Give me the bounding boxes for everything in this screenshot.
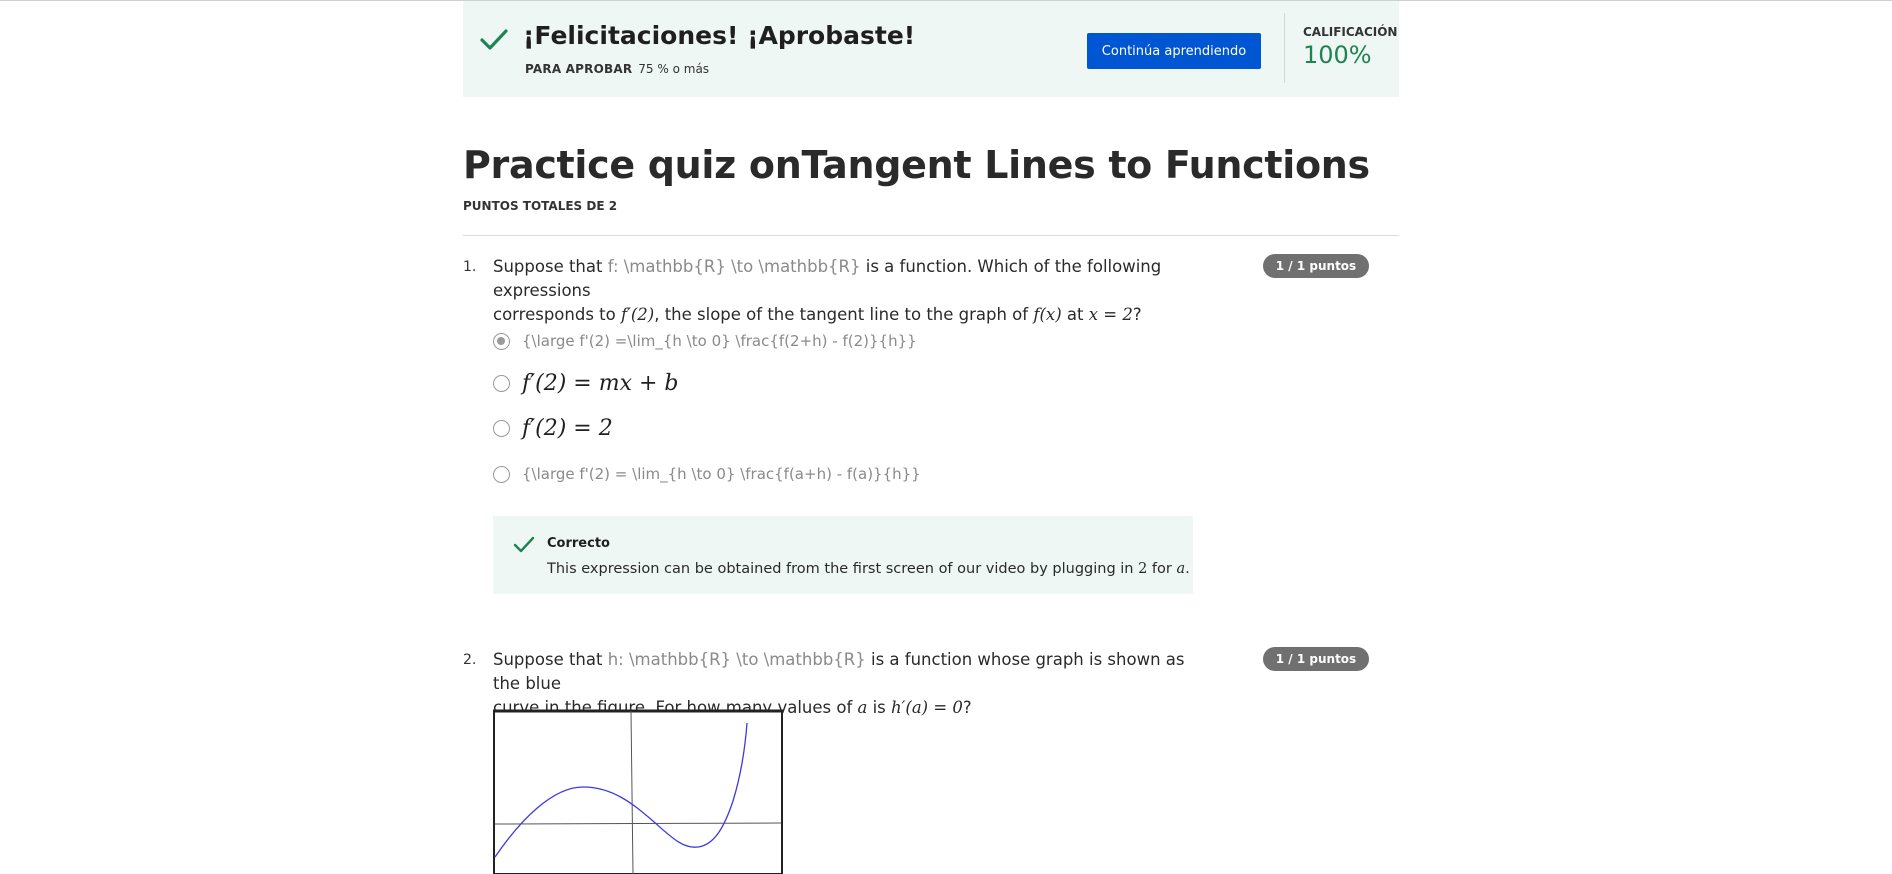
question-line: Suppose that h: \mathbb{R} \to \mathbb{R… [493, 648, 1193, 696]
pass-value: 75 % o más [638, 62, 710, 76]
feedback-text-part: . [1185, 561, 1190, 577]
grade-divider [1284, 13, 1285, 83]
feedback-body: This expression can be obtained from the… [547, 561, 1190, 577]
score-badge: 1 / 1 puntos [1263, 647, 1369, 671]
divider [463, 235, 1399, 236]
feedback-text-part: This expression can be obtained from the… [547, 561, 1139, 577]
function-graph [493, 709, 783, 874]
radio-button[interactable] [493, 374, 510, 392]
math-expression: x = 2 [1088, 305, 1133, 324]
checkmark-icon [480, 29, 508, 50]
option-label: {\large f'(2) =\lim_{h \to 0} \frac{f(2+… [522, 332, 917, 350]
raw-latex: f: \mathbb{R} \to \mathbb{R} [607, 257, 861, 276]
option-label: f′(2) = mx + b [522, 370, 679, 396]
answer-option[interactable]: {\large f'(2) = \lim_{h \to 0} \frac{f(a… [493, 459, 921, 489]
question-text-part: ? [1132, 305, 1142, 324]
pass-title: ¡Felicitaciones! ¡Aprobaste! [523, 21, 916, 50]
math-expression: a [857, 698, 868, 717]
math-expression: a [1176, 561, 1186, 577]
pass-banner: ¡Felicitaciones! ¡Aprobaste! PARA APROBA… [463, 1, 1399, 97]
radio-button[interactable] [493, 465, 510, 483]
feedback-correct: Correcto This expression can be obtained… [493, 516, 1193, 594]
question-text-part: Suppose that [493, 650, 608, 669]
question-line: corresponds to f′(2), the slope of the t… [493, 303, 1193, 327]
question-text-part: , the slope of the tangent line to the g… [654, 305, 1034, 324]
continue-learning-button[interactable]: Continúa aprendiendo [1087, 33, 1261, 69]
radio-button[interactable] [493, 332, 510, 350]
grade-label: CALIFICACIÓN [1303, 25, 1398, 39]
math-expression: f′(2) [620, 305, 655, 324]
quiz-results-container: ¡Felicitaciones! ¡Aprobaste! PARA APROBA… [463, 1, 1399, 874]
score-badge: 1 / 1 puntos [1263, 254, 1369, 278]
pass-requirement: PARA APROBAR 75 % o más [525, 62, 709, 76]
answer-option[interactable]: f′(2) = 2 [493, 413, 613, 443]
feedback-heading: Correcto [547, 536, 610, 551]
math-expression: 2 [1138, 561, 1148, 577]
answer-option[interactable]: f′(2) = mx + b [493, 368, 679, 398]
question-text-part: ? [962, 698, 972, 717]
answer-option[interactable]: {\large f'(2) =\lim_{h \to 0} \frac{f(2+… [493, 326, 917, 356]
total-points: PUNTOS TOTALES DE 2 [463, 199, 618, 213]
question-text: Suppose that f: \mathbb{R} \to \mathbb{R… [493, 255, 1193, 327]
math-expression: f(x) [1033, 305, 1062, 324]
option-label: {\large f'(2) = \lim_{h \to 0} \frac{f(a… [522, 465, 921, 483]
grade-value: 100% [1303, 41, 1372, 69]
question-text-part: corresponds to [493, 305, 621, 324]
question-text-part: at [1061, 305, 1089, 324]
math-expression: h′(a) = 0 [891, 698, 963, 717]
checkmark-icon [513, 536, 535, 553]
question-text-part: is [867, 698, 892, 717]
radio-button[interactable] [493, 419, 510, 437]
feedback-text-part: for [1147, 561, 1177, 577]
raw-latex: h: \mathbb{R} \to \mathbb{R} [607, 650, 866, 669]
option-label: f′(2) = 2 [522, 415, 613, 441]
question-line: Suppose that f: \mathbb{R} \to \mathbb{R… [493, 255, 1193, 303]
page-title: Practice quiz onTangent Lines to Functio… [463, 143, 1370, 187]
question-number: 2. [463, 652, 477, 668]
question-text-part: Suppose that [493, 257, 608, 276]
pass-label: PARA APROBAR [525, 62, 633, 76]
question-number: 1. [463, 259, 477, 275]
graph-frame [493, 710, 783, 874]
